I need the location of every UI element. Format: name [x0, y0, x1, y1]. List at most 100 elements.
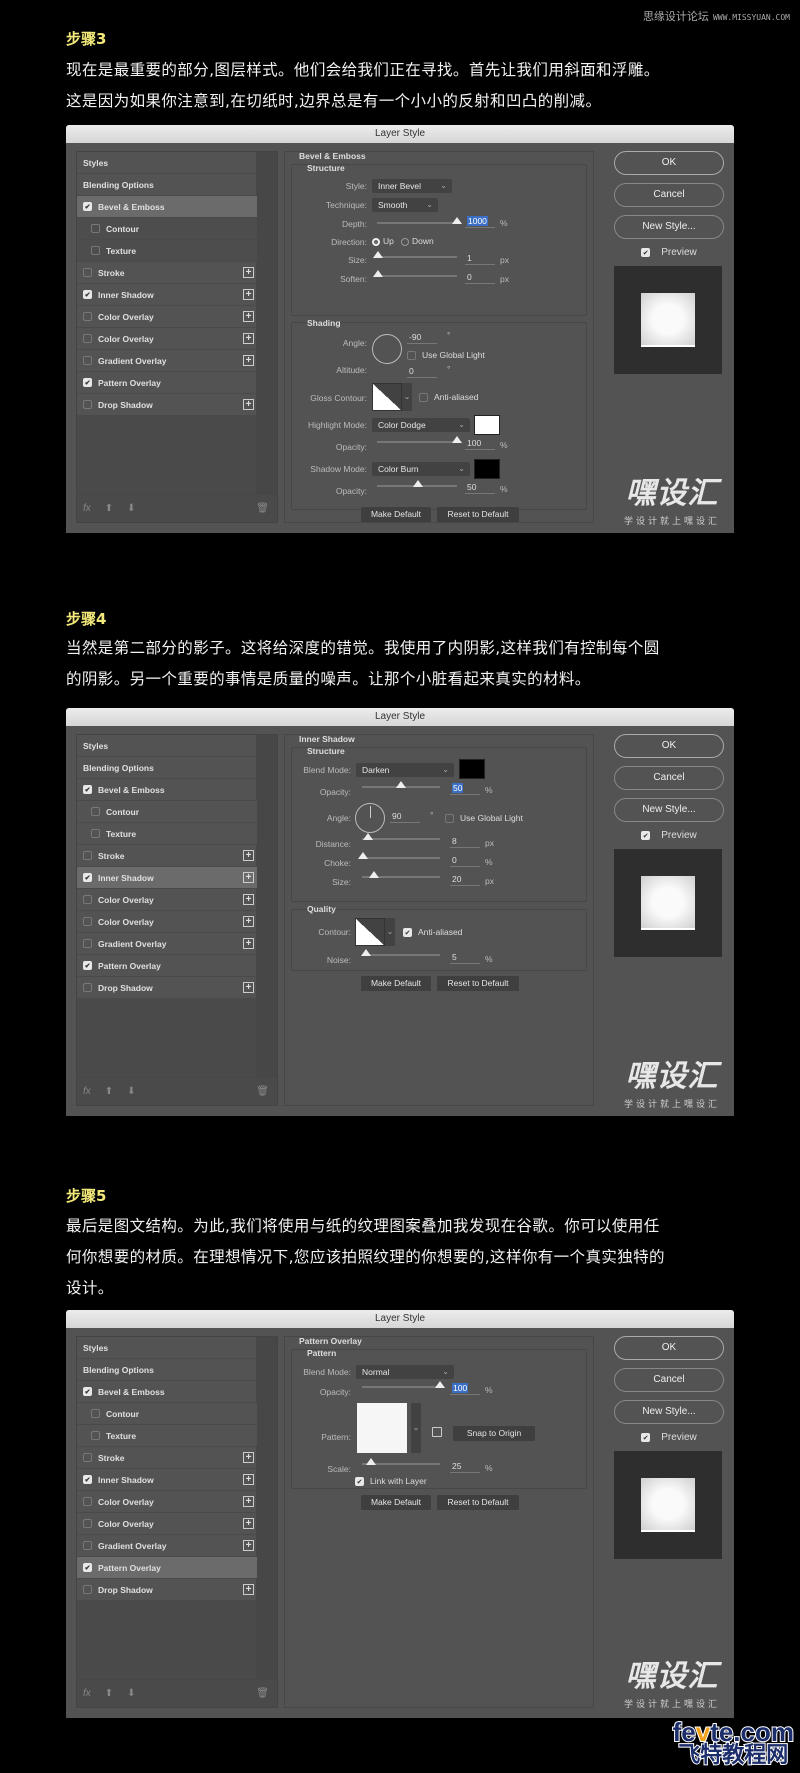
checkbox[interactable]: [91, 829, 100, 838]
checkbox[interactable]: [83, 917, 92, 926]
noise-value[interactable]: 5: [450, 952, 480, 964]
anti-aliased[interactable]: ✔ Anti-aliased: [403, 927, 462, 938]
style-item-bevel-emboss[interactable]: ✔ Bevel & Emboss: [77, 196, 257, 218]
checkbox[interactable]: [83, 356, 92, 365]
add-icon[interactable]: +: [243, 1518, 254, 1529]
anti-aliased[interactable]: Anti-aliased: [419, 392, 478, 403]
soften-value[interactable]: 0: [465, 272, 495, 284]
style-item-inner-shadow[interactable]: ✔ Inner Shadow +: [77, 1469, 257, 1491]
make-default-button[interactable]: Make Default: [361, 976, 431, 991]
style-item-drop-shadow[interactable]: Drop Shadow +: [77, 977, 257, 999]
preview-toggle[interactable]: ✔ Preview: [614, 247, 724, 258]
angle-dial[interactable]: [372, 334, 402, 364]
soften-slider[interactable]: [373, 270, 457, 277]
slider-knob[interactable]: [413, 480, 423, 487]
checkbox[interactable]: [83, 851, 92, 860]
make-default-button[interactable]: Make Default: [361, 1495, 431, 1510]
new-style-button[interactable]: New Style...: [614, 1400, 724, 1424]
trash-icon[interactable]: 🗑: [256, 1688, 269, 1699]
cancel-button[interactable]: Cancel: [614, 1368, 724, 1392]
add-icon[interactable]: +: [243, 399, 254, 410]
altitude-value[interactable]: 0: [407, 366, 437, 378]
scale-slider[interactable]: [362, 1458, 440, 1465]
style-item-gradient-overlay[interactable]: Gradient Overlay +: [77, 350, 257, 372]
slider-knob[interactable]: [361, 949, 371, 956]
style-item-bevel-emboss[interactable]: ✔ Bevel & Emboss: [77, 1381, 257, 1403]
angle-value[interactable]: -90: [407, 332, 437, 344]
fx-icon[interactable]: fx: [83, 1086, 91, 1097]
checkbox[interactable]: [91, 246, 100, 255]
style-item-gradient-overlay[interactable]: Gradient Overlay +: [77, 1535, 257, 1557]
add-icon[interactable]: +: [243, 1496, 254, 1507]
checkbox-checked[interactable]: ✔: [641, 1433, 651, 1442]
style-item-color-overlay-2[interactable]: Color Overlay +: [77, 328, 257, 350]
slider-knob[interactable]: [435, 1381, 445, 1388]
style-item-bevel-emboss[interactable]: ✔ Bevel & Emboss: [77, 779, 257, 801]
checkbox[interactable]: [83, 1585, 92, 1594]
style-item-color-overlay-2[interactable]: Color Overlay +: [77, 911, 257, 933]
new-style-button[interactable]: New Style...: [614, 798, 724, 822]
distance-slider[interactable]: [362, 833, 440, 840]
checkbox[interactable]: [83, 895, 92, 904]
styles-scrollbar[interactable]: [256, 1337, 277, 1679]
add-icon[interactable]: +: [243, 333, 254, 344]
add-icon[interactable]: +: [243, 355, 254, 366]
slider-knob[interactable]: [396, 781, 406, 788]
checkbox[interactable]: [419, 393, 428, 403]
checkbox-checked[interactable]: ✔: [83, 1563, 92, 1572]
style-item-texture[interactable]: Texture: [77, 823, 257, 845]
add-icon[interactable]: +: [243, 850, 254, 861]
checkbox[interactable]: [91, 1431, 100, 1440]
new-style-button[interactable]: New Style...: [614, 215, 724, 239]
angle-value[interactable]: 90: [390, 811, 420, 823]
choke-slider[interactable]: [358, 852, 440, 859]
checkbox-checked[interactable]: ✔: [403, 928, 412, 938]
checkbox[interactable]: [83, 1519, 92, 1528]
checkbox-checked[interactable]: ✔: [83, 873, 92, 882]
style-item-texture[interactable]: Texture: [77, 1425, 257, 1447]
use-global-light[interactable]: Use Global Light: [445, 813, 523, 824]
style-item-pattern-overlay[interactable]: ✔ Pattern Overlay: [77, 372, 257, 394]
shadow-color-swatch[interactable]: [474, 459, 500, 479]
style-select[interactable]: Inner Bevel ⌄: [372, 179, 452, 193]
add-icon[interactable]: +: [243, 289, 254, 300]
move-up-icon[interactable]: ⬆: [105, 503, 113, 514]
checkbox-checked[interactable]: ✔: [641, 831, 651, 840]
styles-header[interactable]: Styles: [77, 735, 257, 757]
reset-default-button[interactable]: Reset to Default: [437, 1495, 519, 1510]
gloss-contour-picker[interactable]: [372, 383, 402, 411]
opacity-value[interactable]: 100: [450, 1383, 480, 1395]
add-icon[interactable]: +: [243, 311, 254, 322]
checkbox-checked[interactable]: ✔: [641, 248, 651, 257]
style-item-drop-shadow[interactable]: Drop Shadow +: [77, 394, 257, 416]
size-slider[interactable]: [362, 871, 440, 878]
style-item-color-overlay-2[interactable]: Color Overlay +: [77, 1513, 257, 1535]
add-icon[interactable]: +: [243, 872, 254, 883]
ok-button[interactable]: OK: [614, 734, 724, 758]
add-icon[interactable]: +: [243, 916, 254, 927]
add-icon[interactable]: +: [243, 267, 254, 278]
add-icon[interactable]: +: [243, 982, 254, 993]
choke-value[interactable]: 0: [450, 855, 480, 867]
blending-options[interactable]: Blending Options: [77, 174, 257, 196]
style-item-color-overlay[interactable]: Color Overlay +: [77, 306, 257, 328]
fx-icon[interactable]: fx: [83, 503, 91, 514]
trash-icon[interactable]: 🗑: [256, 503, 269, 514]
opacity-slider[interactable]: [362, 1381, 445, 1388]
checkbox-checked[interactable]: ✔: [83, 378, 92, 387]
chevron-down-icon[interactable]: ⌄: [411, 1403, 421, 1453]
add-icon[interactable]: +: [243, 1584, 254, 1595]
highlight-opacity-value[interactable]: 100: [465, 438, 495, 450]
style-item-color-overlay[interactable]: Color Overlay +: [77, 1491, 257, 1513]
style-item-drop-shadow[interactable]: Drop Shadow +: [77, 1579, 257, 1601]
shadow-color-swatch[interactable]: [459, 759, 485, 779]
cancel-button[interactable]: Cancel: [614, 766, 724, 790]
size-value[interactable]: 20: [450, 874, 480, 886]
radio-up[interactable]: [372, 237, 380, 246]
angle-dial[interactable]: [355, 803, 385, 833]
reset-default-button[interactable]: Reset to Default: [437, 507, 519, 522]
ok-button[interactable]: OK: [614, 151, 724, 175]
style-item-pattern-overlay[interactable]: ✔ Pattern Overlay: [77, 1557, 257, 1579]
style-item-contour[interactable]: Contour: [77, 801, 257, 823]
slider-knob[interactable]: [363, 833, 373, 840]
